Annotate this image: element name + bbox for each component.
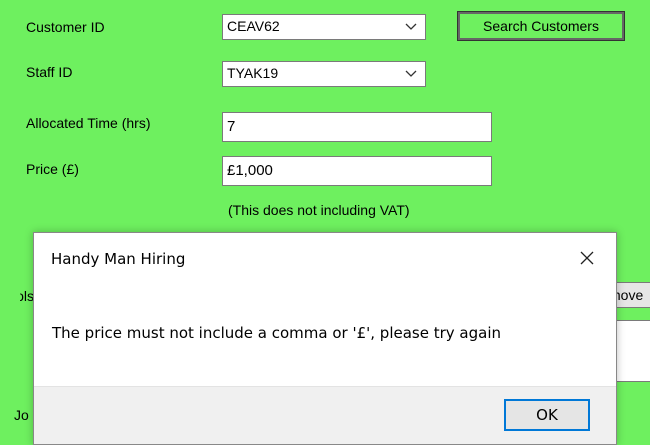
chevron-down-icon [405,70,417,77]
price-value: £1,000 [227,162,273,179]
close-icon [580,251,594,265]
tools-label: ols [20,288,34,304]
allocated-time-label: Allocated Time (hrs) [26,115,151,131]
price-input[interactable]: £1,000 [222,156,492,186]
ok-button[interactable]: OK [504,399,590,431]
dialog-title: Handy Man Hiring [51,250,186,268]
staff-id-label: Staff ID [26,64,73,80]
close-button[interactable] [574,245,600,271]
search-customers-button[interactable]: Search Customers [457,11,625,41]
dialog-message: The price must not include a comma or '£… [52,324,501,342]
staff-id-select[interactable]: TYAK19 [222,61,426,87]
customer-id-select[interactable]: CEAV62 [222,14,426,40]
allocated-time-value: 7 [227,118,236,135]
chevron-down-icon [405,23,417,30]
price-label: Price (£) [26,161,79,177]
job-label: Jo [14,407,29,423]
message-dialog: Handy Man Hiring The price must not incl… [33,232,617,445]
customer-id-label: Customer ID [26,19,105,35]
allocated-time-input[interactable]: 7 [222,112,492,142]
vat-note: (This does not including VAT) [228,202,410,218]
dialog-footer: OK [34,386,616,444]
customer-id-value: CEAV62 [227,18,280,34]
staff-id-value: TYAK19 [227,65,279,81]
